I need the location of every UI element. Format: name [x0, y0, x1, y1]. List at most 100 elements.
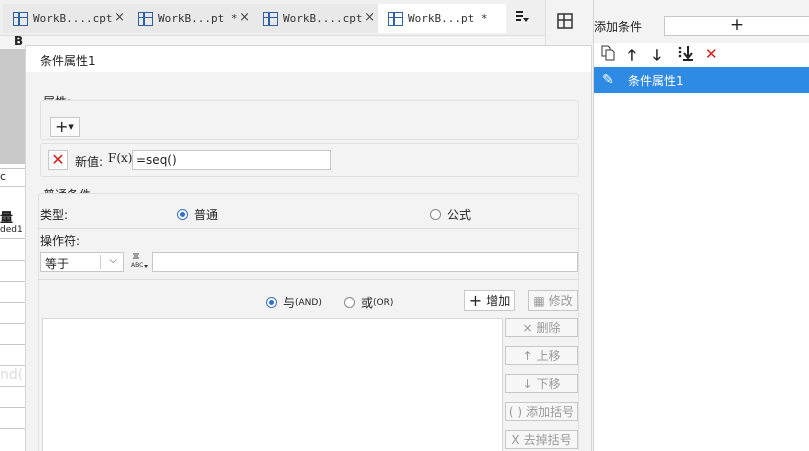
type-label: 类型: [40, 208, 69, 222]
panel-toggle-strip [545, 0, 593, 45]
condition-list[interactable] [42, 318, 503, 451]
operator-value: 等于 [45, 257, 70, 271]
button-label: 删除 [536, 321, 561, 335]
formula-icon[interactable]: F(x) [108, 151, 132, 165]
logic-or-radio[interactable]: 或 (OR) [344, 294, 393, 311]
sheet-text: ded1 [0, 225, 23, 235]
close-tab-icon[interactable]: × [239, 10, 250, 25]
operand-input[interactable] [152, 252, 578, 272]
grid-line [0, 238, 25, 239]
button-label: 添加括号 [526, 405, 575, 419]
close-icon: × [522, 320, 533, 335]
divider [100, 255, 101, 269]
type-normal-radio[interactable]: 普通 [177, 206, 218, 223]
tab-workbook-2[interactable]: WorkB...pt * × [128, 4, 256, 33]
radio-label: 普通 [194, 208, 219, 222]
radio-selected-icon [266, 297, 277, 308]
property-toolbar-panel: +▼ [40, 100, 579, 140]
close-tab-icon[interactable]: × [364, 10, 375, 25]
report-icon [13, 11, 28, 26]
condition-list-item[interactable]: ✎ 条件属性1 [594, 67, 809, 93]
tab-label: WorkB...pt * [408, 12, 488, 25]
new-value-row: ✕ 新值: F(x) =seq() [40, 143, 579, 177]
move-up-button[interactable]: ↑ 上移 [505, 346, 578, 365]
tab-workbook-4[interactable]: WorkB...pt * [378, 4, 506, 33]
divider [38, 279, 579, 280]
delete-property-icon[interactable]: ✕ [48, 150, 68, 170]
grid-line [0, 302, 25, 303]
modify-condition-button[interactable]: ▦ 修改 [528, 290, 578, 311]
move-down-button[interactable]: ↓ 下移 [505, 374, 578, 393]
radio-unselected-icon [430, 209, 441, 220]
dialog-body: 属性: +▼ ✕ 新值: F(x) =seq() 普通条件 类型: 普通 公式 … [26, 72, 591, 451]
grid-line [0, 344, 25, 345]
dropdown-arrow-icon: ▼ [68, 123, 74, 131]
dialog-title: 条件属性1 [40, 54, 96, 68]
radio-label: 与 [283, 296, 296, 310]
arrow-up-icon: ↑ [522, 348, 533, 363]
grid-line [0, 386, 25, 387]
sheet-text: 量 [0, 211, 14, 226]
logic-and-radio[interactable]: 与 (AND) [266, 294, 322, 311]
move-bottom-icon[interactable] [677, 45, 695, 65]
type-formula-radio[interactable]: 公式 [430, 206, 471, 223]
arrow-down-icon: ↓ [522, 376, 533, 391]
radio-label: 公式 [447, 208, 472, 222]
tab-label: WorkB....cpt [33, 12, 113, 25]
copy-icon[interactable] [600, 45, 616, 65]
report-icon [138, 11, 153, 26]
new-value-input[interactable]: =seq() [132, 150, 331, 170]
radio-label-en: (AND) [295, 297, 322, 308]
button-label: 修改 [548, 294, 573, 308]
remove-bracket-icon: X [511, 432, 520, 447]
add-condition-button[interactable]: + 增加 [464, 290, 515, 311]
button-label: 下移 [536, 377, 561, 391]
new-value-label: 新值: [75, 155, 104, 169]
grid-line [0, 168, 25, 169]
operator-label: 操作符: [40, 234, 81, 248]
spreadsheet-background: c 量 ded1 nd( [0, 49, 25, 451]
cell-attribute-icon[interactable] [556, 12, 574, 30]
radio-label-en: (OR) [373, 297, 394, 308]
tab-workbook-3[interactable]: WorkB....cpt × [253, 4, 381, 33]
tab-workbook-1[interactable]: WorkB....cpt × [3, 4, 131, 33]
grid-line [0, 365, 25, 366]
sheet-header-area [0, 49, 25, 164]
bracket-icon: ( ) [508, 404, 523, 419]
condition-property-dialog: 条件属性1 属性: +▼ ✕ 新值: F(x) =seq() 普通条件 类型: … [25, 45, 592, 451]
delete-condition-button[interactable]: × 删除 [505, 318, 578, 337]
abc-type-icon[interactable]: ABC [130, 252, 148, 272]
condition-item-label: 条件属性1 [628, 73, 684, 88]
chevron-down-icon: ⌵ [109, 255, 117, 266]
report-icon [388, 11, 403, 26]
sheet-text: c [0, 170, 7, 183]
bold-button[interactable]: B [14, 36, 23, 48]
abc-icon-text: ABC [131, 262, 143, 269]
tab-list-icon[interactable] [513, 9, 535, 27]
edit-icon: ✎ [602, 72, 614, 88]
grid-line [0, 186, 25, 187]
add-bracket-button[interactable]: ( ) 添加括号 [505, 402, 578, 421]
button-label: 去掉括号 [523, 433, 572, 447]
button-label: 增加 [486, 294, 511, 308]
add-condition-button[interactable]: + [664, 16, 809, 36]
radio-unselected-icon [344, 297, 355, 308]
radio-selected-icon [177, 209, 188, 220]
add-condition-title: 添加条件 [594, 20, 643, 34]
tab-bar: WorkB....cpt × WorkB...pt * × WorkB....c… [0, 0, 545, 35]
plus-icon: + [468, 291, 483, 310]
grid-line [0, 260, 25, 261]
close-tab-icon[interactable]: × [114, 10, 125, 25]
delete-icon[interactable]: ✕ [705, 45, 718, 63]
tab-label: WorkB...pt * [158, 12, 238, 25]
grid-line [0, 428, 25, 429]
grid-line [0, 281, 25, 282]
add-property-button[interactable]: +▼ [50, 117, 80, 137]
divider [38, 228, 579, 229]
modify-icon: ▦ [533, 293, 545, 308]
condition-list-panel: 添加条件 + 🡑 🡓 ✕ ✎ 条件属性1 [593, 0, 809, 451]
operator-select[interactable]: 等于 ⌵ [40, 252, 124, 272]
button-label: 上移 [536, 349, 561, 363]
tab-label: WorkB....cpt [283, 12, 363, 25]
remove-bracket-button[interactable]: X 去掉括号 [505, 430, 578, 449]
